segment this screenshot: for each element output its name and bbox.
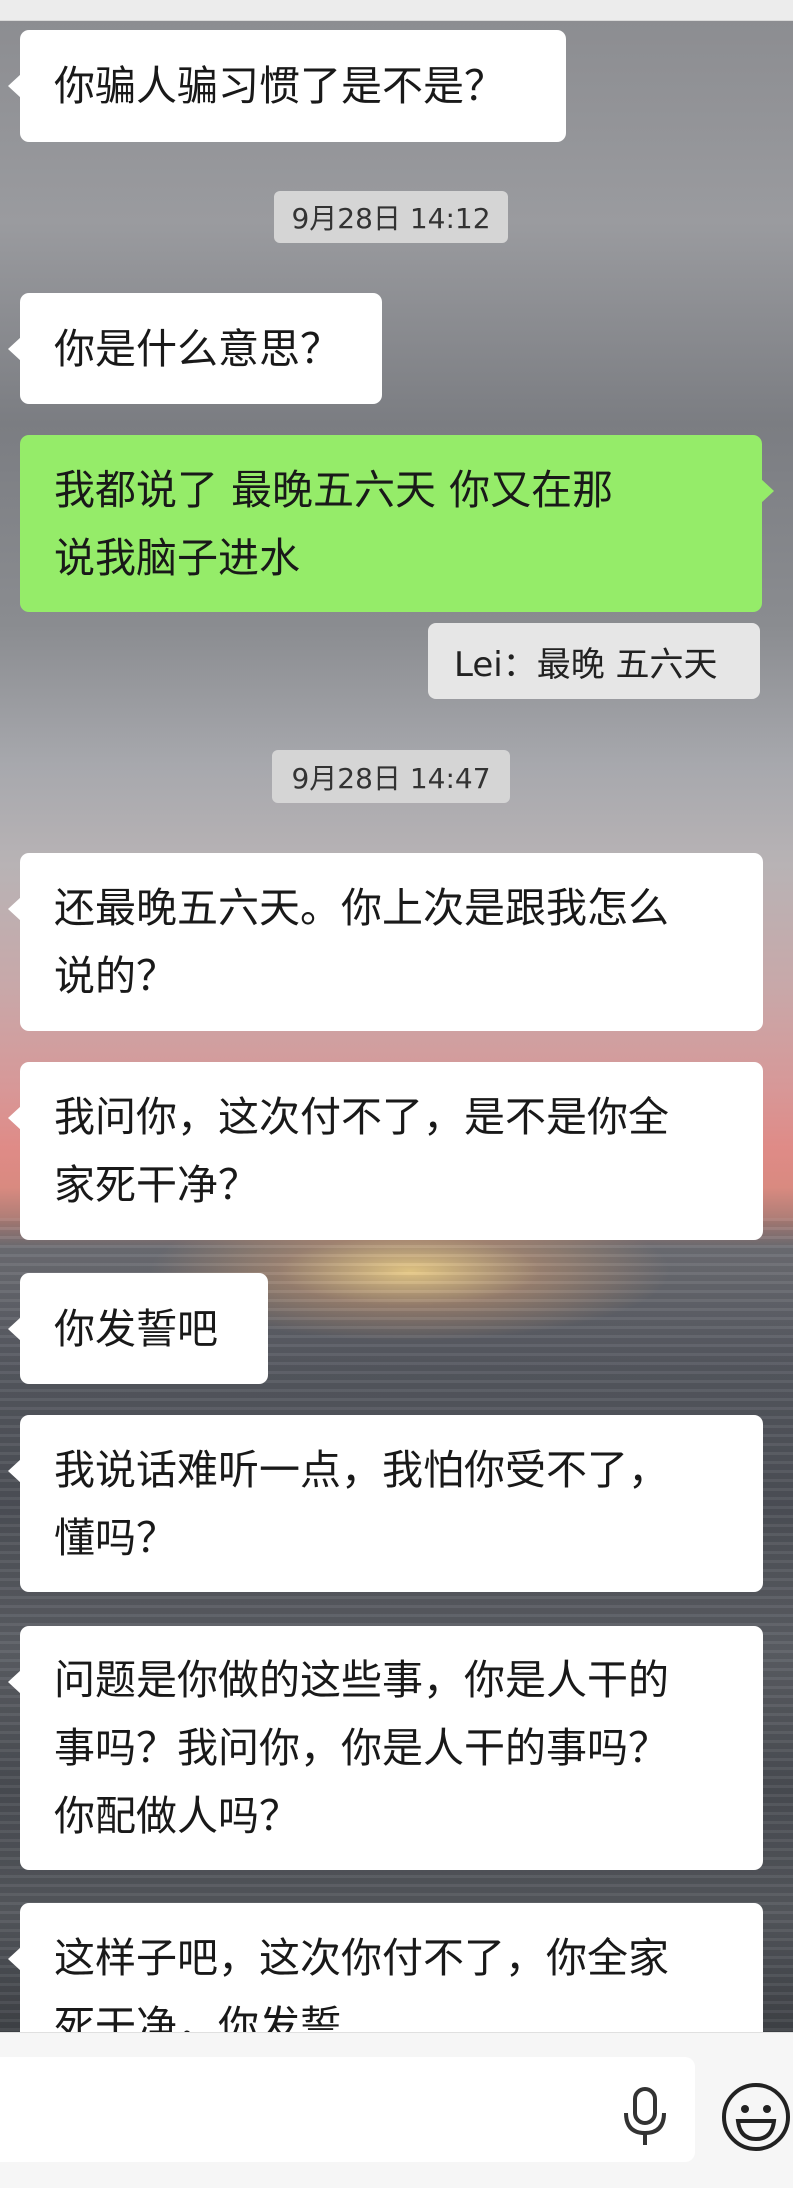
message-bubble[interactable]: 你发誓吧 [8, 1273, 268, 1384]
message-text: 还最晚五六天。你上次是跟我怎么 说的？ [54, 874, 669, 1010]
message-line: 我都说了 最晚五六天 你又在那 [54, 465, 614, 514]
message-text: 你是什么意思？ [54, 324, 341, 373]
message-line: 我问你，这次付不了，是不是你全 [54, 1093, 669, 1141]
message-line: 说的？ [54, 952, 177, 1000]
message-text: 这样子吧，这次你付不了，你全家 死干净，你发誓 [54, 1924, 669, 2032]
message-line: 懂吗？ [54, 1513, 177, 1562]
message-text: 我说话难听一点，我怕你受不了， 懂吗？ [54, 1436, 669, 1572]
message-line: 我说话难听一点，我怕你受不了， [54, 1445, 669, 1494]
input-bar [0, 2032, 793, 2188]
message-bubble[interactable]: 问题是你做的这些事，你是人干的 事吗？我问你，你是人干的事吗？ 你配做人吗？ [8, 1626, 763, 1870]
message-bubble[interactable]: 我说话难听一点，我怕你受不了， 懂吗？ [8, 1415, 763, 1592]
message-line: 家死干净？ [54, 1161, 259, 1209]
message-bubble[interactable]: 这样子吧，这次你付不了，你全家 死干净，你发誓 [8, 1903, 763, 2032]
chat-area[interactable]: 你骗人骗习惯了是不是？ 9月28日 14:12 你是什么意思？ 我都说了 最晚五… [0, 21, 793, 2032]
message-line: 问题是你做的这些事，你是人干的 [54, 1656, 669, 1704]
message-bubble[interactable]: 你骗人骗习惯了是不是？ [8, 30, 566, 142]
message-text: 我问你，这次付不了，是不是你全 家死干净？ [54, 1083, 669, 1219]
message-bubble[interactable]: 还最晚五六天。你上次是跟我怎么 说的？ [8, 853, 763, 1031]
message-line: 你配做人吗？ [54, 1792, 300, 1840]
message-bubble[interactable]: 你是什么意思？ [8, 293, 382, 404]
message-line: 说我脑子进水 [54, 533, 300, 582]
message-line: 事吗？我问你，你是人干的事吗？ [54, 1724, 669, 1772]
message-text: 你骗人骗习惯了是不是？ [54, 62, 505, 110]
message-line: 死干净，你发誓 [54, 2002, 341, 2032]
message-text: 我都说了 最晚五六天 你又在那 说我脑子进水 [54, 456, 613, 592]
microphone-icon[interactable] [620, 2087, 670, 2147]
message-line: 这样子吧，这次你付不了，你全家 [54, 1934, 669, 1982]
emoji-icon[interactable] [720, 2081, 792, 2153]
message-bubble[interactable]: 我问你，这次付不了，是不是你全 家死干净？ [8, 1062, 763, 1240]
quoted-message[interactable]: Lei：最晚 五六天 [428, 623, 760, 699]
message-text: 你发誓吧 [54, 1304, 218, 1353]
sent-message-bubble[interactable]: 我都说了 最晚五六天 你又在那 说我脑子进水 [20, 435, 774, 612]
message-text: 问题是你做的这些事，你是人干的 事吗？我问你，你是人干的事吗？ 你配做人吗？ [54, 1646, 669, 1850]
message-input[interactable] [0, 2057, 695, 2162]
timestamp: 9月28日 14:12 [274, 191, 508, 243]
message-line: 还最晚五六天。你上次是跟我怎么 [54, 884, 669, 932]
status-bar [0, 0, 793, 21]
timestamp: 9月28日 14:47 [272, 750, 510, 803]
